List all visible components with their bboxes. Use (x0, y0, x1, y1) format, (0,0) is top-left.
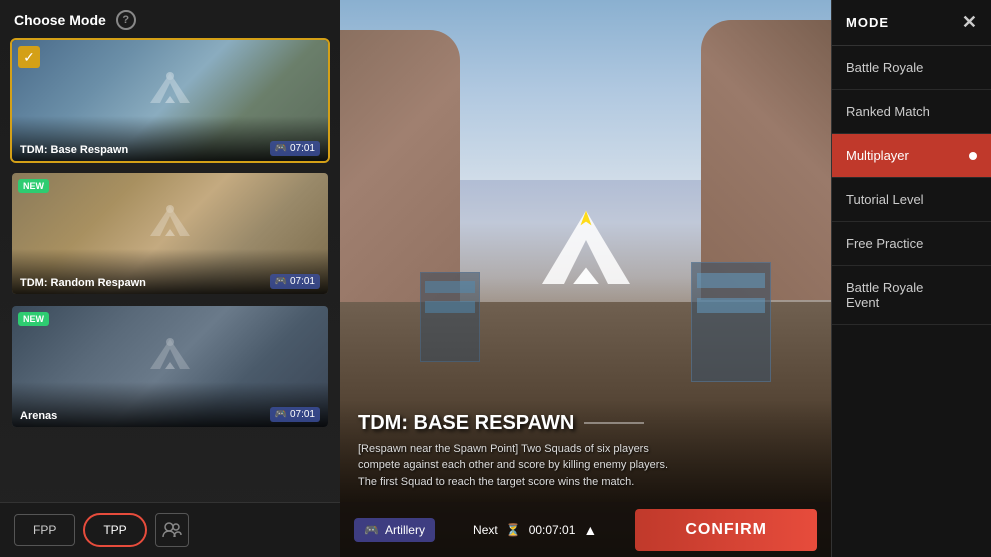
left-panel: Choose Mode ? ✓ TDM: Base Respawn 🎮 07:0… (0, 0, 340, 557)
card-timer-1: 🎮 07:01 (270, 141, 320, 156)
map-icon: 🎮 (364, 523, 379, 537)
sidebar-label-free-practice: Free Practice (846, 236, 923, 251)
tpp-button[interactable]: TPP (83, 513, 146, 547)
card-icon-tdm2 (145, 201, 195, 256)
active-dot (969, 152, 977, 160)
sidebar-item-free-practice[interactable]: Free Practice (832, 222, 991, 266)
sidebar-label-tutorial: Tutorial Level (846, 192, 924, 207)
building (691, 262, 771, 382)
main-center: TDM: BASE RESPAWN [Respawn near the Spaw… (340, 0, 831, 557)
mode-title-text: TDM: BASE RESPAWN (358, 412, 574, 435)
choose-mode-title: Choose Mode (14, 12, 106, 28)
mode-card-tdm-random[interactable]: NEW TDM: Random Respawn 🎮 07:01 (10, 171, 330, 296)
selected-check: ✓ (18, 46, 40, 68)
mode-title-main: TDM: BASE RESPAWN (358, 412, 813, 435)
sidebar-item-battle-royale-event[interactable]: Battle RoyaleEvent (832, 266, 991, 325)
sidebar-label-ranked-match: Ranked Match (846, 104, 930, 119)
sidebar-mode-label: MODE (846, 15, 889, 30)
help-icon[interactable]: ? (116, 10, 136, 30)
right-sidebar: MODE ✕ Battle Royale Ranked Match Multip… (831, 0, 991, 557)
mode-list: ✓ TDM: Base Respawn 🎮 07:01 NEW (0, 38, 340, 502)
close-button[interactable]: ✕ (962, 12, 977, 33)
timer-val-1: 07:01 (290, 143, 315, 154)
bottom-bar: FPP TPP (0, 502, 340, 557)
sidebar-label-battle-royale: Battle Royale (846, 60, 923, 75)
title-line (584, 422, 644, 424)
sidebar-item-tutorial[interactable]: Tutorial Level (832, 178, 991, 222)
choose-mode-header: Choose Mode ? (0, 0, 340, 38)
team-icon-button[interactable] (155, 513, 189, 547)
next-label: Next (473, 523, 498, 537)
sidebar-item-multiplayer[interactable]: Multiplayer (832, 134, 991, 178)
sidebar-label-multiplayer: Multiplayer (846, 148, 909, 163)
rock-right (701, 20, 831, 300)
sidebar-header: MODE ✕ (832, 0, 991, 46)
hourglass-icon: ⏳ (506, 523, 521, 537)
chevron-up-icon[interactable]: ▲ (583, 522, 597, 538)
card-name-3: Arenas (20, 410, 57, 422)
timer-icon-2: 🎮 (275, 276, 287, 287)
mode-description: [Respawn near the Spawn Point] Two Squad… (358, 441, 688, 491)
card-overlay-2: TDM: Random Respawn 🎮 07:01 (12, 249, 328, 294)
sidebar-label-battle-royale-event: Battle RoyaleEvent (846, 280, 923, 310)
badge-new-3: NEW (18, 312, 49, 326)
confirm-button[interactable]: Confirm (635, 509, 817, 551)
building-left (420, 272, 480, 362)
center-logo (531, 207, 641, 317)
mode-card-tdm-base[interactable]: ✓ TDM: Base Respawn 🎮 07:01 (10, 38, 330, 163)
bottom-info-bar: 🎮 Artillery Next ⏳ 00:07:01 ▲ Confirm (340, 502, 831, 557)
badge-new-2: NEW (18, 179, 49, 193)
fpp-button[interactable]: FPP (14, 514, 75, 546)
map-tag: 🎮 Artillery (354, 518, 435, 542)
timer-icon-3: 🎮 (275, 409, 287, 420)
card-icon-arenas (145, 334, 195, 389)
card-overlay-1: TDM: Base Respawn 🎮 07:01 (12, 116, 328, 161)
mode-card-arenas[interactable]: NEW Arenas 🎮 07:01 (10, 304, 330, 429)
sidebar-item-battle-royale[interactable]: Battle Royale (832, 46, 991, 90)
sidebar-item-ranked-match[interactable]: Ranked Match (832, 90, 991, 134)
card-timer-2: 🎮 07:01 (270, 274, 320, 289)
timer-val-2: 07:01 (290, 276, 315, 287)
card-overlay-3: Arenas 🎮 07:01 (12, 382, 328, 427)
window-2 (425, 301, 475, 313)
next-info: Next ⏳ 00:07:01 ▲ (473, 522, 597, 538)
next-timer: 00:07:01 (529, 523, 576, 537)
card-name-1: TDM: Base Respawn (20, 144, 128, 156)
window-1 (425, 281, 475, 293)
map-name: Artillery (385, 523, 425, 537)
card-name-2: TDM: Random Respawn (20, 277, 146, 289)
card-icon-tdm1 (145, 68, 195, 123)
timer-val-3: 07:01 (290, 409, 315, 420)
info-overlay: TDM: BASE RESPAWN [Respawn near the Spaw… (340, 400, 831, 503)
timer-icon-1: 🎮 (275, 143, 287, 154)
card-timer-3: 🎮 07:01 (270, 407, 320, 422)
